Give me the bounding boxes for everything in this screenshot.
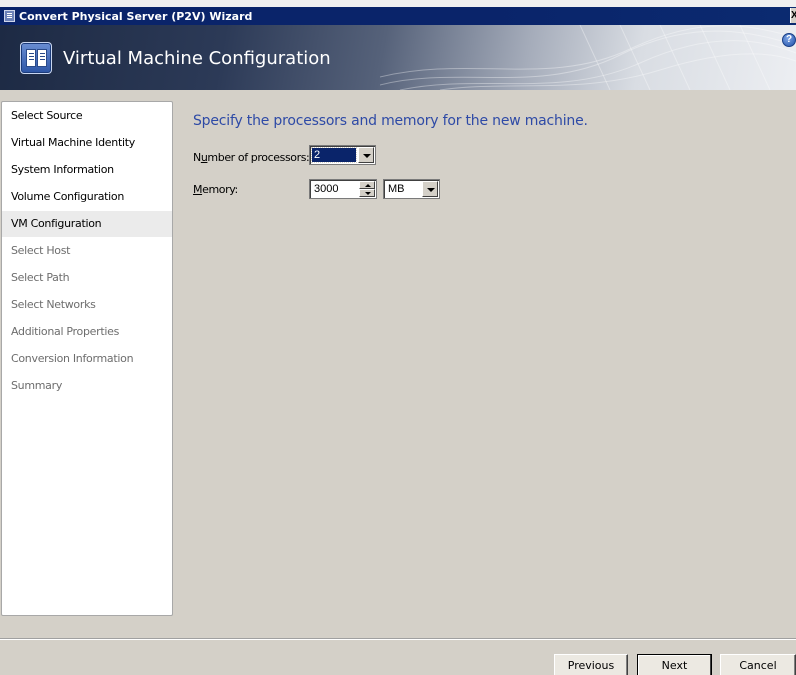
step-conversion-information: Conversion Information [11, 352, 134, 365]
step-additional-properties: Additional Properties [11, 325, 120, 338]
step-select-source[interactable]: Select Source [2, 103, 172, 129]
wizard-steps-list: Select Source Virtual Machine Identity S… [1, 101, 173, 616]
step-select-path: Select Path [11, 271, 70, 284]
window-titlebar[interactable]: Convert Physical Server (P2V) Wizard X [0, 7, 796, 25]
window-title: Convert Physical Server (P2V) Wizard [19, 9, 253, 23]
step-system-information[interactable]: System Information [2, 157, 172, 183]
step-vm-configuration[interactable]: VM Configuration [2, 211, 172, 237]
app-icon [4, 10, 15, 22]
memory-spin-buttons [359, 181, 375, 197]
memory-unit-dropdown[interactable]: MB [383, 179, 440, 199]
chevron-down-icon[interactable] [422, 181, 438, 197]
memory-label: Memory: [193, 183, 238, 196]
processors-dropdown[interactable]: 2 [309, 145, 376, 165]
next-button[interactable]: Next [637, 654, 712, 675]
memory-unit-value: MB [388, 183, 405, 195]
memory-value: 3000 [314, 183, 339, 195]
processors-value: 2 [311, 147, 357, 163]
chevron-down-icon[interactable] [358, 147, 374, 163]
close-button[interactable]: X [790, 8, 796, 23]
section-heading: Specify the processors and memory for th… [193, 113, 588, 129]
processors-label: Number of processors: [193, 151, 310, 164]
wizard-icon [20, 42, 52, 74]
memory-spinbox[interactable]: 3000 [309, 179, 377, 199]
cancel-button[interactable]: Cancel [720, 654, 796, 675]
footer-divider [0, 638, 796, 640]
page-title: Virtual Machine Configuration [63, 48, 331, 69]
header-decoration [380, 25, 796, 90]
help-icon[interactable]: ? [782, 33, 796, 47]
wizard-header: Virtual Machine Configuration [0, 25, 796, 90]
previous-button[interactable]: Previous [554, 654, 628, 675]
spin-down-icon[interactable] [359, 189, 375, 197]
step-summary: Summary [11, 379, 63, 392]
top-strip [0, 0, 796, 7]
step-select-networks: Select Networks [11, 298, 96, 311]
spin-up-icon[interactable] [359, 181, 375, 189]
step-virtual-machine-identity[interactable]: Virtual Machine Identity [2, 130, 172, 156]
step-select-host: Select Host [11, 244, 71, 257]
step-volume-configuration[interactable]: Volume Configuration [2, 184, 172, 210]
